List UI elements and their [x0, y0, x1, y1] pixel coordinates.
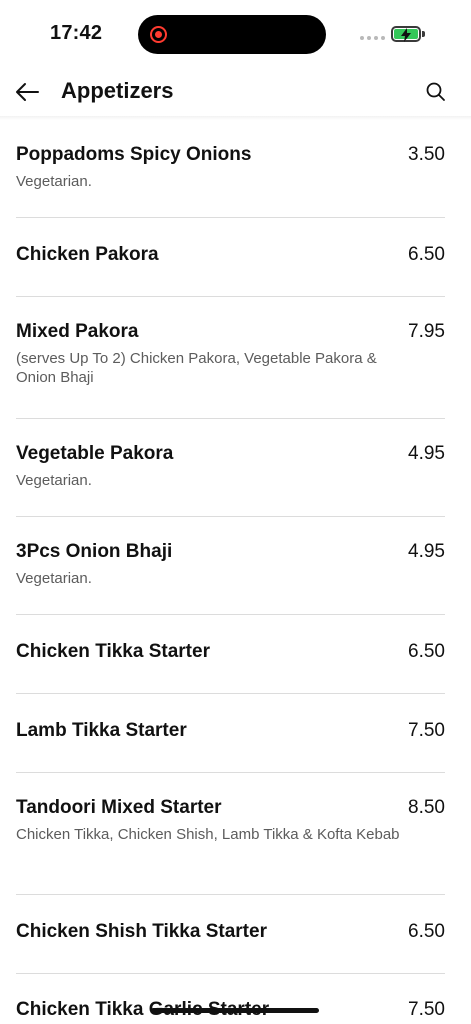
- home-indicator[interactable]: [151, 1008, 319, 1013]
- status-time: 17:42: [50, 22, 103, 44]
- item-price: 4.95: [408, 443, 445, 464]
- menu-item[interactable]: Chicken Tikka Starter 6.50: [16, 615, 445, 694]
- menu-item-list: Poppadoms Spicy Onions 3.50 Vegetarian. …: [0, 120, 471, 1024]
- menu-item[interactable]: Chicken Pakora 6.50: [16, 218, 445, 297]
- dynamic-island: [138, 15, 326, 54]
- app-header: Appetizers: [0, 68, 471, 116]
- item-name: Chicken Shish Tikka Starter: [16, 921, 267, 942]
- item-price: 6.50: [408, 921, 445, 942]
- item-name: Chicken Tikka Starter: [16, 641, 210, 662]
- back-button[interactable]: [14, 80, 40, 104]
- item-name: Lamb Tikka Starter: [16, 720, 187, 741]
- item-price: 6.50: [408, 244, 445, 265]
- status-bar: 17:42: [0, 0, 471, 68]
- item-price: 6.50: [408, 641, 445, 662]
- item-price: 7.50: [408, 999, 445, 1020]
- menu-item[interactable]: Mixed Pakora 7.95 (serves Up To 2) Chick…: [16, 297, 445, 419]
- menu-item[interactable]: Lamb Tikka Starter 7.50: [16, 694, 445, 773]
- item-description: Chicken Tikka, Chicken Shish, Lamb Tikka…: [16, 826, 400, 843]
- screen: 17:42 Appetizers Poppadoms Spicy Onions …: [0, 0, 471, 1024]
- menu-item[interactable]: Vegetable Pakora 4.95 Vegetarian.: [16, 419, 445, 517]
- menu-item[interactable]: 3Pcs Onion Bhaji 4.95 Vegetarian.: [16, 517, 445, 615]
- item-price: 3.50: [408, 144, 445, 165]
- charging-bolt-icon: [401, 28, 411, 42]
- item-price: 7.50: [408, 720, 445, 741]
- page-title: Appetizers: [61, 78, 174, 103]
- item-name: 3Pcs Onion Bhaji: [16, 541, 173, 562]
- item-name: Chicken Pakora: [16, 244, 159, 265]
- item-description: Vegetarian.: [16, 173, 92, 190]
- search-button[interactable]: [424, 80, 448, 104]
- item-description: Vegetarian.: [16, 570, 92, 587]
- item-price: 8.50: [408, 797, 445, 818]
- battery-cap: [422, 31, 425, 37]
- item-price: 7.95: [408, 321, 445, 342]
- item-price: 4.95: [408, 541, 445, 562]
- search-icon: [426, 82, 445, 101]
- item-name: Poppadoms Spicy Onions: [16, 144, 252, 165]
- menu-item[interactable]: Chicken Shish Tikka Starter 6.50: [16, 895, 445, 974]
- screen-recording-icon: [150, 26, 167, 43]
- menu-item[interactable]: Tandoori Mixed Starter 8.50 Chicken Tikk…: [16, 773, 445, 895]
- item-name: Vegetable Pakora: [16, 443, 174, 464]
- cellular-signal-icon: [360, 36, 385, 40]
- item-description: Vegetarian.: [16, 472, 92, 489]
- item-name: Tandoori Mixed Starter: [16, 797, 222, 818]
- arrow-left-icon: [16, 83, 39, 101]
- battery-icon: [391, 26, 421, 42]
- item-name: Mixed Pakora: [16, 321, 139, 342]
- item-description: (serves Up To 2) Chicken Pakora, Vegetab…: [16, 350, 377, 386]
- menu-item[interactable]: Poppadoms Spicy Onions 3.50 Vegetarian.: [16, 120, 445, 218]
- menu-item[interactable]: Chicken Tikka Garlic Starter 7.50: [16, 974, 445, 1024]
